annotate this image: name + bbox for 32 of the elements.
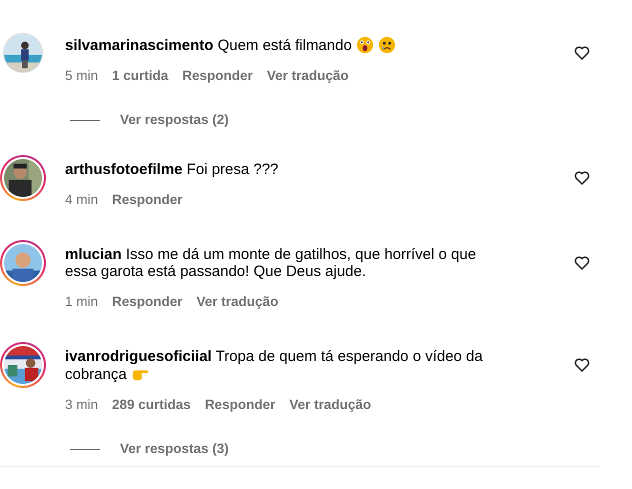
- comment-text: arthusfotoefilme Foi presa ???: [65, 161, 280, 178]
- username-link[interactable]: arthusfotoefilme: [65, 161, 183, 178]
- emoji-face-icon: [356, 36, 374, 54]
- comment-time: 1 min: [65, 293, 98, 311]
- translate-link[interactable]: Ver tradução: [196, 293, 278, 311]
- username-link[interactable]: silvamarinascimento: [65, 37, 214, 54]
- view-replies-link[interactable]: Ver respostas (2): [120, 111, 229, 129]
- heart-icon[interactable]: [574, 357, 590, 373]
- likes-count[interactable]: 1 curtida: [112, 67, 168, 85]
- comment-time: 3 min: [65, 396, 98, 414]
- comment-text: ivanrodriguesoficiial Tropa de quem tá esperando o vídeo da cobrança: [65, 348, 484, 383]
- avatar[interactable]: [0, 240, 46, 286]
- reply-link[interactable]: Responder: [204, 396, 276, 414]
- username-link[interactable]: ivanrodriguesoficiial: [65, 348, 212, 365]
- avatar[interactable]: [0, 342, 46, 388]
- heart-icon[interactable]: [574, 45, 590, 61]
- comment-time: 5 min: [65, 67, 98, 85]
- comment-time: 4 min: [65, 191, 98, 209]
- reply-link[interactable]: Responder: [112, 293, 183, 311]
- reply-link[interactable]: Responder: [182, 67, 253, 85]
- username-link[interactable]: mlucian: [65, 246, 122, 263]
- avatar[interactable]: [0, 155, 46, 201]
- comment-text: silvamarinascimento Quem está filmando: [65, 36, 505, 54]
- reply-link[interactable]: Responder: [112, 191, 183, 209]
- heart-icon[interactable]: [574, 170, 590, 186]
- translate-link[interactable]: Ver tradução: [266, 67, 349, 85]
- likes-count[interactable]: 289 curtidas: [112, 396, 191, 414]
- view-replies-link[interactable]: Ver respostas (3): [120, 440, 229, 458]
- emoji-face-icon: [378, 36, 396, 54]
- translate-link[interactable]: Ver tradução: [289, 396, 372, 414]
- comment-text: mlucian Isso me dá um monte de gatilhos, que horrível o que essa garota está passando! Que Deus ajude.: [65, 246, 478, 280]
- heart-icon[interactable]: [574, 255, 590, 271]
